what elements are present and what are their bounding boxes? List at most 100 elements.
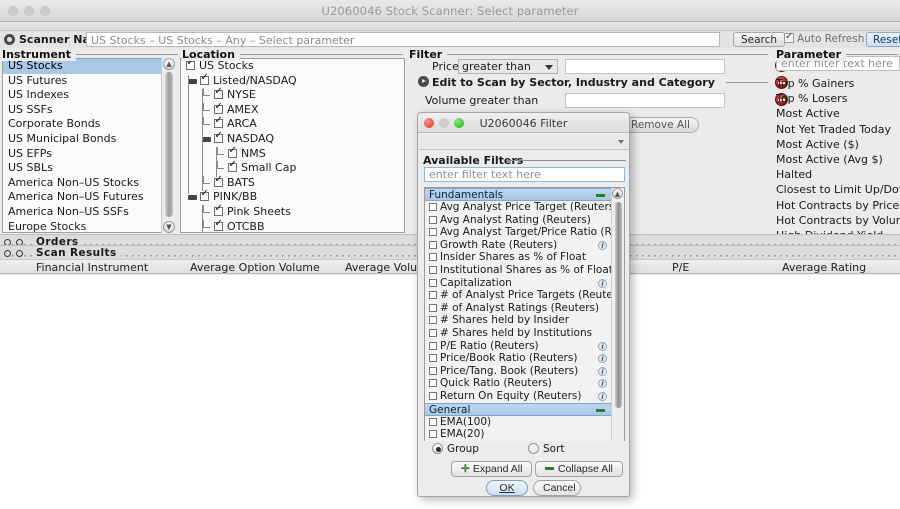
- filter-option-row[interactable]: Institutional Shares as % of Float: [425, 264, 611, 277]
- location-tree-node[interactable]: NASDAQ: [181, 131, 404, 147]
- filter-option-row[interactable]: Capitalization i: [425, 277, 611, 290]
- info-icon[interactable]: i: [598, 379, 607, 389]
- filter-option-checkbox[interactable]: [429, 328, 437, 337]
- parameter-list-item[interactable]: Closest to Limit Up/Down: [776, 182, 900, 197]
- instrument-list-item[interactable]: Corporate Bonds: [3, 117, 174, 132]
- filter-option-row[interactable]: Quick Ratio (Reuters) i: [425, 377, 611, 390]
- filter-option-row[interactable]: Avg Analyst Price Target (Reuters): [425, 201, 611, 214]
- instrument-list-item[interactable]: US SBLs: [3, 161, 174, 176]
- instrument-list-item[interactable]: US SSFs: [3, 103, 174, 118]
- location-checkbox[interactable]: [228, 160, 237, 173]
- instrument-list-item[interactable]: US Stocks: [3, 59, 174, 74]
- filter-option-row[interactable]: Avg Analyst Rating (Reuters): [425, 214, 611, 227]
- instrument-list-item[interactable]: US Futures: [3, 74, 174, 89]
- sort-radio[interactable]: Sort: [528, 443, 565, 455]
- scanner-name-input[interactable]: US Stocks – US Stocks – Any – Select par…: [86, 32, 720, 47]
- scan-results-pane-toggle-icon[interactable]: [4, 250, 11, 257]
- filter-option-checkbox[interactable]: [429, 278, 437, 287]
- info-icon[interactable]: i: [598, 240, 607, 250]
- location-tree-node[interactable]: BATS: [181, 175, 404, 191]
- auto-refresh-checkbox[interactable]: [784, 31, 794, 43]
- cancel-button[interactable]: Cancel: [533, 480, 581, 496]
- filter-option-checkbox[interactable]: [429, 341, 437, 350]
- parameter-list-item[interactable]: Most Active ($): [776, 137, 900, 152]
- info-icon[interactable]: i: [598, 341, 607, 351]
- sector-scan-link[interactable]: Edit to Scan by Sector, Industry and Cat…: [432, 76, 715, 89]
- parameter-list-item[interactable]: Not Yet Traded Today: [776, 122, 900, 137]
- location-tree-node[interactable]: NMS: [181, 146, 404, 162]
- info-icon[interactable]: i: [598, 366, 607, 376]
- filter-option-checkbox[interactable]: [429, 430, 437, 439]
- info-icon[interactable]: i: [598, 278, 607, 288]
- filter-option-checkbox[interactable]: [429, 265, 437, 274]
- location-checkbox[interactable]: [186, 59, 195, 70]
- expand-all-button[interactable]: ✛ Expand All: [451, 461, 533, 477]
- dialog-filter-input[interactable]: enter filter text here: [424, 167, 625, 182]
- location-checkbox[interactable]: [214, 175, 223, 187]
- collapse-all-button[interactable]: Collapse All: [535, 461, 623, 477]
- group-radio[interactable]: Group: [432, 443, 479, 455]
- tree-collapse-handle-icon[interactable]: [188, 78, 197, 84]
- column-header[interactable]: Financial Instrument: [36, 261, 148, 274]
- filter-option-checkbox[interactable]: [429, 354, 437, 363]
- location-checkbox[interactable]: [200, 189, 209, 202]
- instrument-list[interactable]: US Stocks US Futures US Indexes US SSFs Corp…: [2, 58, 175, 233]
- group-radio-button[interactable]: [432, 443, 443, 454]
- instrument-list-item[interactable]: America Non–US Stocks: [3, 176, 174, 191]
- dialog-category-select[interactable]: [419, 134, 629, 150]
- location-tree-node[interactable]: US Stocks: [181, 59, 404, 74]
- column-header[interactable]: Average Option Volume: [190, 261, 320, 274]
- collapse-group-icon[interactable]: [596, 194, 605, 197]
- instrument-list-item[interactable]: US EFPs: [3, 147, 174, 162]
- instrument-scrollbar[interactable]: ▲ ▼: [161, 58, 175, 233]
- scan-results-pane-close-icon[interactable]: [16, 250, 23, 257]
- auto-refresh-toggle[interactable]: Auto Refresh: [784, 31, 864, 45]
- instrument-list-item[interactable]: US Indexes: [3, 88, 174, 103]
- filter-group-header[interactable]: General: [425, 402, 611, 416]
- filter-option-checkbox[interactable]: [429, 366, 437, 375]
- parameter-list[interactable]: Top % Gainers Top % Losers Most Active Not …: [776, 76, 900, 258]
- sector-disclosure-icon[interactable]: [418, 76, 429, 87]
- filter-option-row[interactable]: Return On Equity (Reuters) i: [425, 390, 611, 403]
- filter-option-row[interactable]: # Shares held by Institutions: [425, 327, 611, 340]
- search-button[interactable]: Search: [733, 32, 786, 47]
- location-checkbox[interactable]: [214, 131, 223, 143]
- instrument-list-item[interactable]: America Non–US Futures: [3, 190, 174, 205]
- instrument-list-item[interactable]: Europe Stocks: [3, 220, 174, 232]
- ok-button[interactable]: OK: [486, 480, 528, 496]
- location-tree[interactable]: US StocksListed/NASDAQNYSEAMEXARCANASDAQ…: [180, 58, 405, 233]
- price-value-input[interactable]: [565, 59, 725, 74]
- sort-radio-button[interactable]: [528, 443, 539, 454]
- instrument-list-item[interactable]: America Non–US SSFs: [3, 205, 174, 220]
- filter-option-row[interactable]: # of Analyst Ratings (Reuters): [425, 302, 611, 315]
- instrument-list-item[interactable]: US Municipal Bonds: [3, 132, 174, 147]
- parameter-list-item[interactable]: Most Active: [776, 106, 900, 121]
- filter-option-checkbox[interactable]: [429, 316, 437, 325]
- location-checkbox[interactable]: [214, 87, 223, 100]
- filter-option-checkbox[interactable]: [429, 417, 437, 426]
- filter-group-header[interactable]: Fundamentals: [425, 188, 611, 201]
- parameter-list-item[interactable]: Hot Contracts by Volume: [776, 213, 900, 228]
- filter-option-row[interactable]: # Shares held by Insider: [425, 314, 611, 327]
- filter-option-row[interactable]: Insider Shares as % of Float: [425, 251, 611, 264]
- location-checkbox[interactable]: [200, 73, 209, 85]
- price-operator-select[interactable]: greater than: [458, 59, 558, 74]
- filter-option-row[interactable]: P/E Ratio (Reuters) i: [425, 340, 611, 353]
- info-icon[interactable]: i: [598, 391, 607, 401]
- tree-collapse-handle-icon[interactable]: [202, 136, 211, 142]
- volume-value-input[interactable]: [565, 93, 725, 108]
- filter-option-row[interactable]: Price/Book Ratio (Reuters) i: [425, 352, 611, 365]
- parameter-list-item[interactable]: Hot Contracts by Price: [776, 198, 900, 213]
- filter-option-row[interactable]: Price/Tang. Book (Reuters) i: [425, 365, 611, 378]
- dialog-scroll-thumb[interactable]: [615, 202, 622, 408]
- filter-option-checkbox[interactable]: [429, 379, 437, 388]
- filter-option-checkbox[interactable]: [429, 240, 437, 249]
- instrument-scroll-thumb[interactable]: [165, 72, 173, 217]
- location-checkbox[interactable]: [214, 102, 223, 114]
- filter-option-checkbox[interactable]: [429, 228, 437, 237]
- filter-option-row[interactable]: Avg Analyst Target/Price Ratio (Reuters): [425, 226, 611, 239]
- collapse-group-icon[interactable]: [596, 408, 605, 412]
- location-checkbox[interactable]: [228, 146, 237, 158]
- parameter-list-item[interactable]: Halted: [776, 167, 900, 182]
- filter-option-row[interactable]: Growth Rate (Reuters) i: [425, 239, 611, 252]
